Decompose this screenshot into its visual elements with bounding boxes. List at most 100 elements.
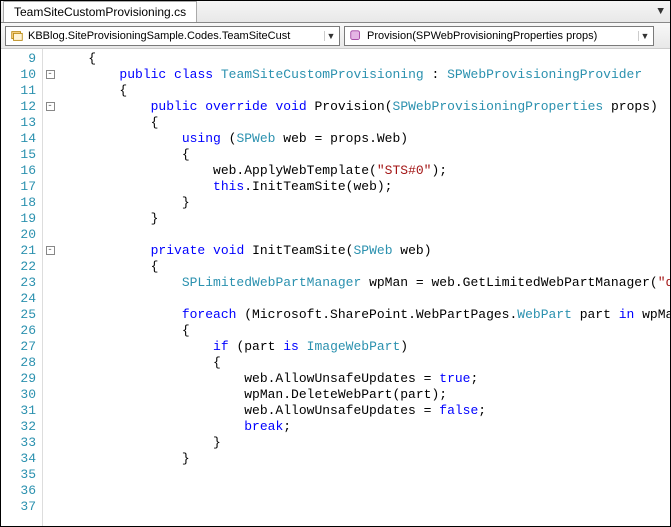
fold-marker — [43, 115, 57, 131]
fold-marker — [43, 419, 57, 435]
line-number: 13 — [1, 115, 36, 131]
line-number: 9 — [1, 51, 36, 67]
fold-marker — [43, 83, 57, 99]
code-line[interactable]: web.AllowUnsafeUpdates = true; — [57, 371, 670, 387]
line-number: 27 — [1, 339, 36, 355]
line-number: 17 — [1, 179, 36, 195]
line-number-gutter: 9101112131415161718192021222324252627282… — [1, 49, 43, 526]
line-number: 14 — [1, 131, 36, 147]
line-number: 28 — [1, 355, 36, 371]
code-line[interactable]: } — [57, 451, 670, 467]
code-line[interactable]: public class TeamSiteCustomProvisioning … — [57, 67, 670, 83]
fold-marker — [43, 387, 57, 403]
fold-marker — [43, 147, 57, 163]
fold-marker — [43, 339, 57, 355]
code-line[interactable]: this.InitTeamSite(web); — [57, 179, 670, 195]
line-number: 21 — [1, 243, 36, 259]
class-icon — [10, 29, 24, 43]
line-number: 32 — [1, 419, 36, 435]
code-line[interactable]: web.AllowUnsafeUpdates = false; — [57, 403, 670, 419]
line-number: 24 — [1, 291, 36, 307]
fold-marker — [43, 291, 57, 307]
code-line[interactable] — [57, 227, 670, 243]
line-number: 15 — [1, 147, 36, 163]
code-line[interactable]: SPLimitedWebPartManager wpMan = web.GetL… — [57, 275, 670, 291]
tab-bar: TeamSiteCustomProvisioning.cs ▼ — [1, 1, 670, 23]
type-dropdown-label: KBBlog.SiteProvisioningSample.Codes.Team… — [28, 30, 324, 42]
code-line[interactable]: { — [57, 355, 670, 371]
line-number: 26 — [1, 323, 36, 339]
fold-marker — [43, 403, 57, 419]
fold-marker — [43, 163, 57, 179]
code-line[interactable]: using (SPWeb web = props.Web) — [57, 131, 670, 147]
fold-marker — [43, 211, 57, 227]
line-number: 31 — [1, 403, 36, 419]
code-area[interactable]: { public class TeamSiteCustomProvisionin… — [57, 49, 670, 526]
code-line[interactable]: web.ApplyWebTemplate("STS#0"); — [57, 163, 670, 179]
fold-marker — [43, 355, 57, 371]
chevron-down-icon: ▼ — [638, 31, 651, 41]
line-number: 11 — [1, 83, 36, 99]
type-dropdown[interactable]: KBBlog.SiteProvisioningSample.Codes.Team… — [5, 26, 340, 46]
fold-marker — [43, 467, 57, 483]
line-number: 37 — [1, 499, 36, 515]
line-number: 36 — [1, 483, 36, 499]
fold-marker — [43, 51, 57, 67]
line-number: 23 — [1, 275, 36, 291]
line-number: 33 — [1, 435, 36, 451]
line-number: 10 — [1, 67, 36, 83]
line-number: 19 — [1, 211, 36, 227]
fold-marker — [43, 323, 57, 339]
navigation-bar: KBBlog.SiteProvisioningSample.Codes.Team… — [1, 23, 670, 49]
code-line[interactable]: break; — [57, 419, 670, 435]
code-line[interactable]: { — [57, 51, 670, 67]
code-line[interactable]: private void InitTeamSite(SPWeb web) — [57, 243, 670, 259]
code-line[interactable]: } — [57, 195, 670, 211]
code-editor[interactable]: 9101112131415161718192021222324252627282… — [1, 49, 670, 526]
code-line[interactable]: { — [57, 115, 670, 131]
fold-marker — [43, 195, 57, 211]
tab-dropdown-icon[interactable]: ▼ — [657, 6, 664, 18]
method-icon — [349, 29, 363, 43]
member-dropdown-label: Provision(SPWebProvisioningProperties pr… — [367, 30, 638, 42]
line-number: 16 — [1, 163, 36, 179]
code-line[interactable] — [57, 499, 670, 515]
code-line[interactable] — [57, 291, 670, 307]
code-line[interactable] — [57, 483, 670, 499]
code-line[interactable]: { — [57, 323, 670, 339]
file-tab-label: TeamSiteCustomProvisioning.cs — [14, 5, 186, 19]
code-line[interactable]: { — [57, 147, 670, 163]
fold-marker[interactable]: - — [43, 67, 57, 83]
fold-marker — [43, 451, 57, 467]
code-line[interactable]: } — [57, 211, 670, 227]
line-number: 18 — [1, 195, 36, 211]
line-number: 35 — [1, 467, 36, 483]
fold-marker — [43, 307, 57, 323]
line-number: 12 — [1, 99, 36, 115]
fold-marker — [43, 259, 57, 275]
chevron-down-icon: ▼ — [324, 31, 337, 41]
code-line[interactable]: public override void Provision(SPWebProv… — [57, 99, 670, 115]
code-line[interactable]: wpMan.DeleteWebPart(part); — [57, 387, 670, 403]
fold-marker[interactable]: - — [43, 99, 57, 115]
fold-column[interactable]: - - - — [43, 49, 57, 526]
fold-marker — [43, 275, 57, 291]
code-line[interactable]: foreach (Microsoft.SharePoint.WebPartPag… — [57, 307, 670, 323]
fold-marker — [43, 179, 57, 195]
fold-marker — [43, 435, 57, 451]
fold-marker[interactable]: - — [43, 243, 57, 259]
code-line[interactable]: { — [57, 259, 670, 275]
code-line[interactable]: { — [57, 83, 670, 99]
fold-marker — [43, 483, 57, 499]
line-number: 25 — [1, 307, 36, 323]
member-dropdown[interactable]: Provision(SPWebProvisioningProperties pr… — [344, 26, 654, 46]
line-number: 34 — [1, 451, 36, 467]
code-line[interactable]: } — [57, 435, 670, 451]
line-number: 30 — [1, 387, 36, 403]
file-tab[interactable]: TeamSiteCustomProvisioning.cs — [3, 1, 197, 22]
line-number: 22 — [1, 259, 36, 275]
code-line[interactable] — [57, 467, 670, 483]
fold-marker — [43, 227, 57, 243]
line-number: 29 — [1, 371, 36, 387]
code-line[interactable]: if (part is ImageWebPart) — [57, 339, 670, 355]
